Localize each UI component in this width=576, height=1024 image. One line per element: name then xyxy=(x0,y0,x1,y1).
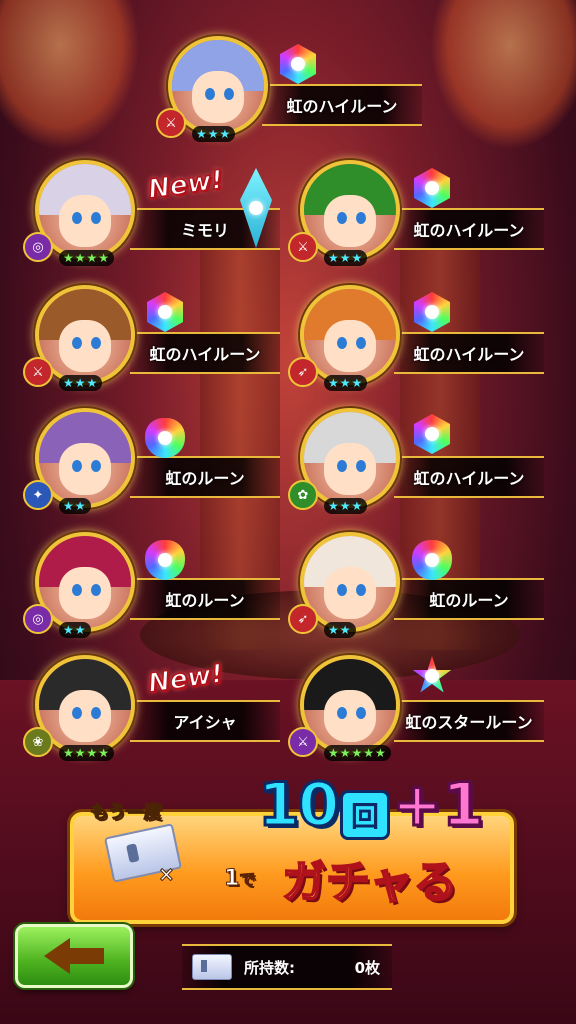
rune-icon xyxy=(145,418,185,458)
hanging-lamp xyxy=(0,0,140,150)
result-name: 虹のハイルーン xyxy=(413,469,525,488)
type-icon: ➶ xyxy=(288,604,318,634)
type-icon: ✦ xyxy=(23,480,53,510)
type-icon: ⚔ xyxy=(23,357,53,387)
result-name-bar: 虹のハイルーン xyxy=(394,456,544,498)
owned-value: 0枚 xyxy=(354,958,380,977)
times-symbol: × xyxy=(158,862,176,887)
rarity-stars: ★★★ xyxy=(59,375,103,391)
cost-label: 1で xyxy=(223,866,256,892)
de-particle: で xyxy=(239,870,256,890)
result-name: 虹のハイルーン xyxy=(286,97,398,116)
result-name: 虹のスタールーン xyxy=(405,713,533,732)
result-name-bar: 虹のルーン xyxy=(130,578,280,620)
rarity-stars: ★★★ xyxy=(324,498,368,514)
back-button[interactable] xyxy=(15,924,133,988)
result-name: 虹のルーン xyxy=(165,469,245,488)
result-name: 虹のルーン xyxy=(165,591,245,610)
result-name-bar: 虹のハイルーン xyxy=(262,84,422,126)
type-icon: ⚔ xyxy=(288,232,318,262)
back-arrow-icon xyxy=(44,938,104,974)
rarity-stars: ★★★★ xyxy=(59,745,115,761)
owned-tickets-panel: 所持数: 0枚 xyxy=(182,944,392,990)
result-name-bar: 虹のハイルーン xyxy=(394,332,544,374)
type-icon: ⚔ xyxy=(156,108,186,138)
result-name: 虹のハイルーン xyxy=(413,221,525,240)
result-name-bar: 虹のハイルーン xyxy=(394,208,544,250)
owned-label: 所持数: xyxy=(244,958,295,977)
rune-icon xyxy=(412,540,452,580)
result-name-bar: 虹のハイルーン xyxy=(130,332,280,374)
again-label: もう一度 xyxy=(89,802,162,824)
type-icon: ❀ xyxy=(23,727,53,757)
type-icon: ◎ xyxy=(23,232,53,262)
result-name-bar: 虹のルーン xyxy=(130,456,280,498)
result-name: 虹のハイルーン xyxy=(149,345,261,364)
rarity-stars: ★★ xyxy=(324,622,356,638)
gacharu-label: ガチャる xyxy=(281,856,459,909)
result-name-bar: アイシャ xyxy=(130,700,280,742)
rarity-stars: ★★★★ xyxy=(59,250,115,266)
rarity-stars: ★★★★★ xyxy=(324,745,391,761)
type-icon: ✿ xyxy=(288,480,318,510)
result-name-bar: 虹のルーン xyxy=(394,578,544,620)
rarity-stars: ★★★ xyxy=(192,126,236,142)
result-name-bar: 虹のスタールーン xyxy=(394,700,544,742)
bonus-label: +1 xyxy=(390,769,485,842)
kai-label: 回 xyxy=(340,790,390,840)
rarity-stars: ★★★ xyxy=(324,375,368,391)
result-name: 虹のハイルーン xyxy=(413,345,525,364)
hanging-lamp xyxy=(430,0,576,150)
rarity-stars: ★★ xyxy=(59,498,91,514)
type-icon: ◎ xyxy=(23,604,53,634)
type-icon: ⚔ xyxy=(288,727,318,757)
rarity-stars: ★★★ xyxy=(324,250,368,266)
rarity-stars: ★★ xyxy=(59,622,91,638)
ticket-icon xyxy=(192,954,232,980)
result-name: 虹のルーン xyxy=(429,591,509,610)
rune-icon xyxy=(145,540,185,580)
result-name: ミモリ xyxy=(180,221,229,240)
type-icon: ➶ xyxy=(288,357,318,387)
cost-value: 1 xyxy=(223,866,240,892)
result-name: アイシャ xyxy=(173,713,237,732)
pull-count: 10 xyxy=(257,769,341,842)
